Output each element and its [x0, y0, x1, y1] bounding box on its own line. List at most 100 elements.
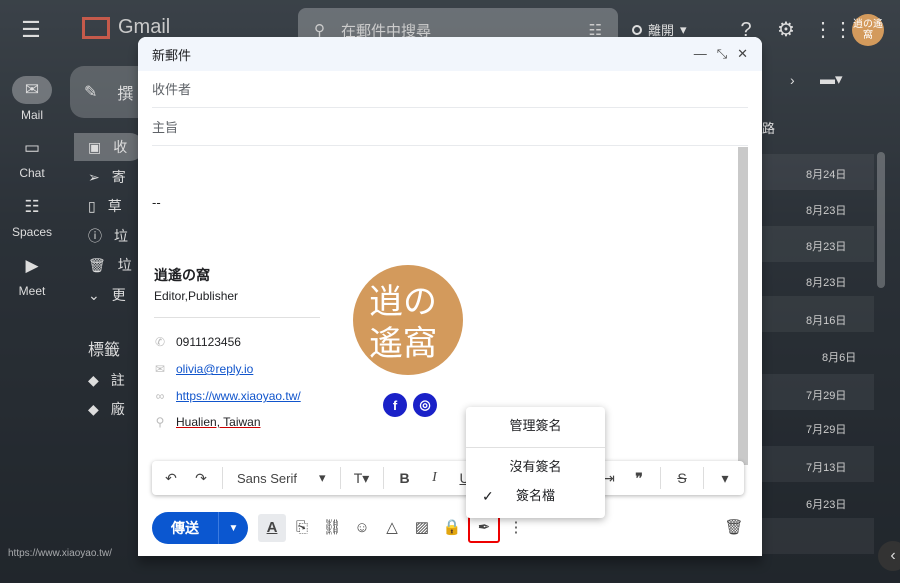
compose-window: 新郵件 — ⤡ ✕ 收件者 主旨 -- 逍遙の窩 Editor,Publishe…	[138, 37, 762, 556]
more-formatting-icon[interactable]: ▾	[712, 465, 738, 491]
pencil-icon: ✎	[84, 84, 98, 101]
message-body[interactable]: -- 逍遙の窩 Editor,Publisher ✆ 0911123456 ✉ …	[152, 147, 748, 465]
signature-phone-row: ✆ 0911123456	[154, 335, 241, 349]
spam-icon: ⓘ	[88, 228, 102, 244]
location-pin-icon: ⚲	[155, 415, 165, 429]
redo-icon[interactable]: ↷	[188, 465, 214, 491]
inbox-scrollbar[interactable]	[877, 152, 885, 288]
send-options-icon[interactable]: ▼	[218, 512, 248, 544]
menu-item-label: 簽名檔	[515, 488, 555, 503]
send-button[interactable]: 傳送	[152, 512, 218, 544]
italic-icon[interactable]: I	[422, 465, 448, 491]
nav-item-inbox[interactable]: ▣ 收	[74, 133, 144, 161]
undo-icon[interactable]: ↶	[158, 465, 184, 491]
signature-website-link[interactable]: https://www.xiaoyao.tw/	[176, 389, 301, 403]
instagram-icon[interactable]: ◎	[413, 393, 437, 417]
signature-menu: 管理簽名 沒有簽名 ✓ 簽名檔	[466, 407, 605, 518]
close-icon[interactable]: ✕	[737, 46, 748, 62]
signature-website-row: ∞ https://www.xiaoyao.tw/	[154, 389, 301, 403]
svg-text:逍の: 逍の	[369, 282, 437, 322]
email-date: 6月23日	[806, 499, 847, 511]
label-name: 廠	[110, 401, 125, 417]
email-date: 7月13日	[806, 462, 847, 474]
gmail-logo[interactable]: Gmail	[82, 16, 170, 39]
minimize-icon[interactable]: —	[694, 46, 707, 62]
nav-item-spam[interactable]: ⓘ 垃	[74, 222, 144, 250]
discard-draft-icon[interactable]: 🗑	[720, 514, 748, 542]
nav-item-drafts[interactable]: ▯ 草	[74, 192, 144, 220]
side-panel-toggle-icon[interactable]: ‹	[878, 541, 900, 571]
compose-button-label: 撰	[117, 86, 134, 103]
font-select-value: Sans Serif	[237, 470, 297, 486]
more-options-icon[interactable]: ⋮	[502, 514, 530, 542]
main-menu-icon[interactable]: ☰	[18, 18, 44, 42]
nav-label: 草	[107, 198, 122, 214]
email-date: 8月24日	[806, 169, 847, 181]
email-date: 7月29日	[806, 424, 847, 436]
email-row[interactable]	[762, 518, 874, 554]
facebook-icon[interactable]: f	[383, 393, 407, 417]
apps-grid-icon[interactable]: ⋮⋮	[813, 18, 853, 42]
chevron-right-icon[interactable]: ›	[790, 72, 795, 88]
video-icon: ▶	[25, 256, 39, 275]
rail-item-spaces[interactable]: ☷ Spaces	[0, 193, 64, 239]
svg-text:遙窩: 遙窩	[369, 324, 437, 364]
menu-divider	[466, 447, 605, 448]
email-date: 8月23日	[806, 277, 847, 289]
signature-logo-art: 逍の 遙窩	[369, 282, 437, 364]
menu-item-no-signature[interactable]: 沒有簽名	[466, 453, 605, 481]
label-item[interactable]: ◆ 註	[74, 366, 144, 394]
drive-icon[interactable]: △	[378, 514, 406, 542]
label-item[interactable]: ◆ 廠	[74, 395, 144, 423]
nav-item-more[interactable]: ⌄ 更	[74, 281, 144, 309]
attach-icon[interactable]: ⎘	[288, 514, 316, 542]
signature-role: Editor,Publisher	[154, 289, 239, 303]
rail-item-meet[interactable]: ▶ Meet	[0, 252, 64, 298]
menu-item-manage-signatures[interactable]: 管理簽名	[466, 412, 605, 440]
insert-photo-icon[interactable]: ▨	[408, 514, 436, 542]
nav-label: 更	[111, 287, 126, 303]
checkmark-icon: ✓	[482, 488, 494, 504]
strikethrough-icon[interactable]: S	[669, 465, 695, 491]
text-size-icon[interactable]: T▾	[349, 465, 375, 491]
email-date: 8月23日	[806, 205, 847, 217]
font-select[interactable]: Sans Serif ▾	[231, 470, 332, 486]
gear-icon[interactable]: ⚙	[774, 18, 798, 42]
nav-item-trash[interactable]: 🗑 垃	[74, 251, 144, 279]
status-dot-icon	[632, 24, 642, 35]
trash-icon: 🗑	[88, 256, 106, 273]
signature-divider	[154, 317, 320, 318]
rail-item-mail[interactable]: ✉ Mail	[0, 76, 64, 122]
inbox-icon: ▣	[88, 138, 102, 155]
label-tag-icon: ◆	[88, 371, 99, 388]
insert-link-icon[interactable]: ⛓	[318, 514, 346, 542]
signature-email-link[interactable]: olivia@reply.io	[176, 362, 253, 376]
formatting-options-icon[interactable]: A	[258, 514, 286, 542]
confidential-mode-icon[interactable]: 🔒	[438, 514, 466, 542]
email-date: 8月23日	[806, 241, 847, 253]
chevron-down-icon: ▾	[680, 21, 687, 37]
rail-label-mail: Mail	[20, 108, 43, 122]
labels-title: 標籤	[88, 342, 121, 359]
emoji-icon[interactable]: ☺	[348, 514, 376, 542]
bold-icon[interactable]: B	[392, 465, 418, 491]
envelope-icon: ✉	[154, 362, 166, 376]
nav-label: 垃	[114, 228, 128, 244]
link-icon: ∞	[155, 389, 165, 403]
nav-item-sent[interactable]: ➢ 寄	[74, 163, 144, 191]
signature-location: Hualien, Taiwan	[176, 415, 261, 429]
compose-header[interactable]: 新郵件 — ⤡ ✕	[138, 37, 762, 71]
subject-field[interactable]: 主旨	[152, 109, 748, 146]
body-scrollbar[interactable]	[738, 147, 748, 465]
avatar[interactable]: 逍の遙窩	[852, 14, 884, 46]
density-icon[interactable]: ▬▾	[820, 70, 843, 88]
label-tag-icon: ◆	[88, 400, 99, 417]
gmail-logo-text: Gmail	[118, 16, 171, 38]
quote-icon[interactable]: ❞	[626, 465, 652, 491]
menu-item-signature-file[interactable]: ✓ 簽名檔	[466, 482, 605, 510]
signature-logo: 逍の 遙窩	[353, 265, 463, 375]
fullscreen-icon[interactable]: ⤡	[717, 46, 727, 62]
rail-item-chat[interactable]: ▭ Chat	[0, 134, 64, 180]
recipients-field[interactable]: 收件者	[152, 71, 748, 108]
spaces-icon: ☷	[24, 197, 40, 216]
